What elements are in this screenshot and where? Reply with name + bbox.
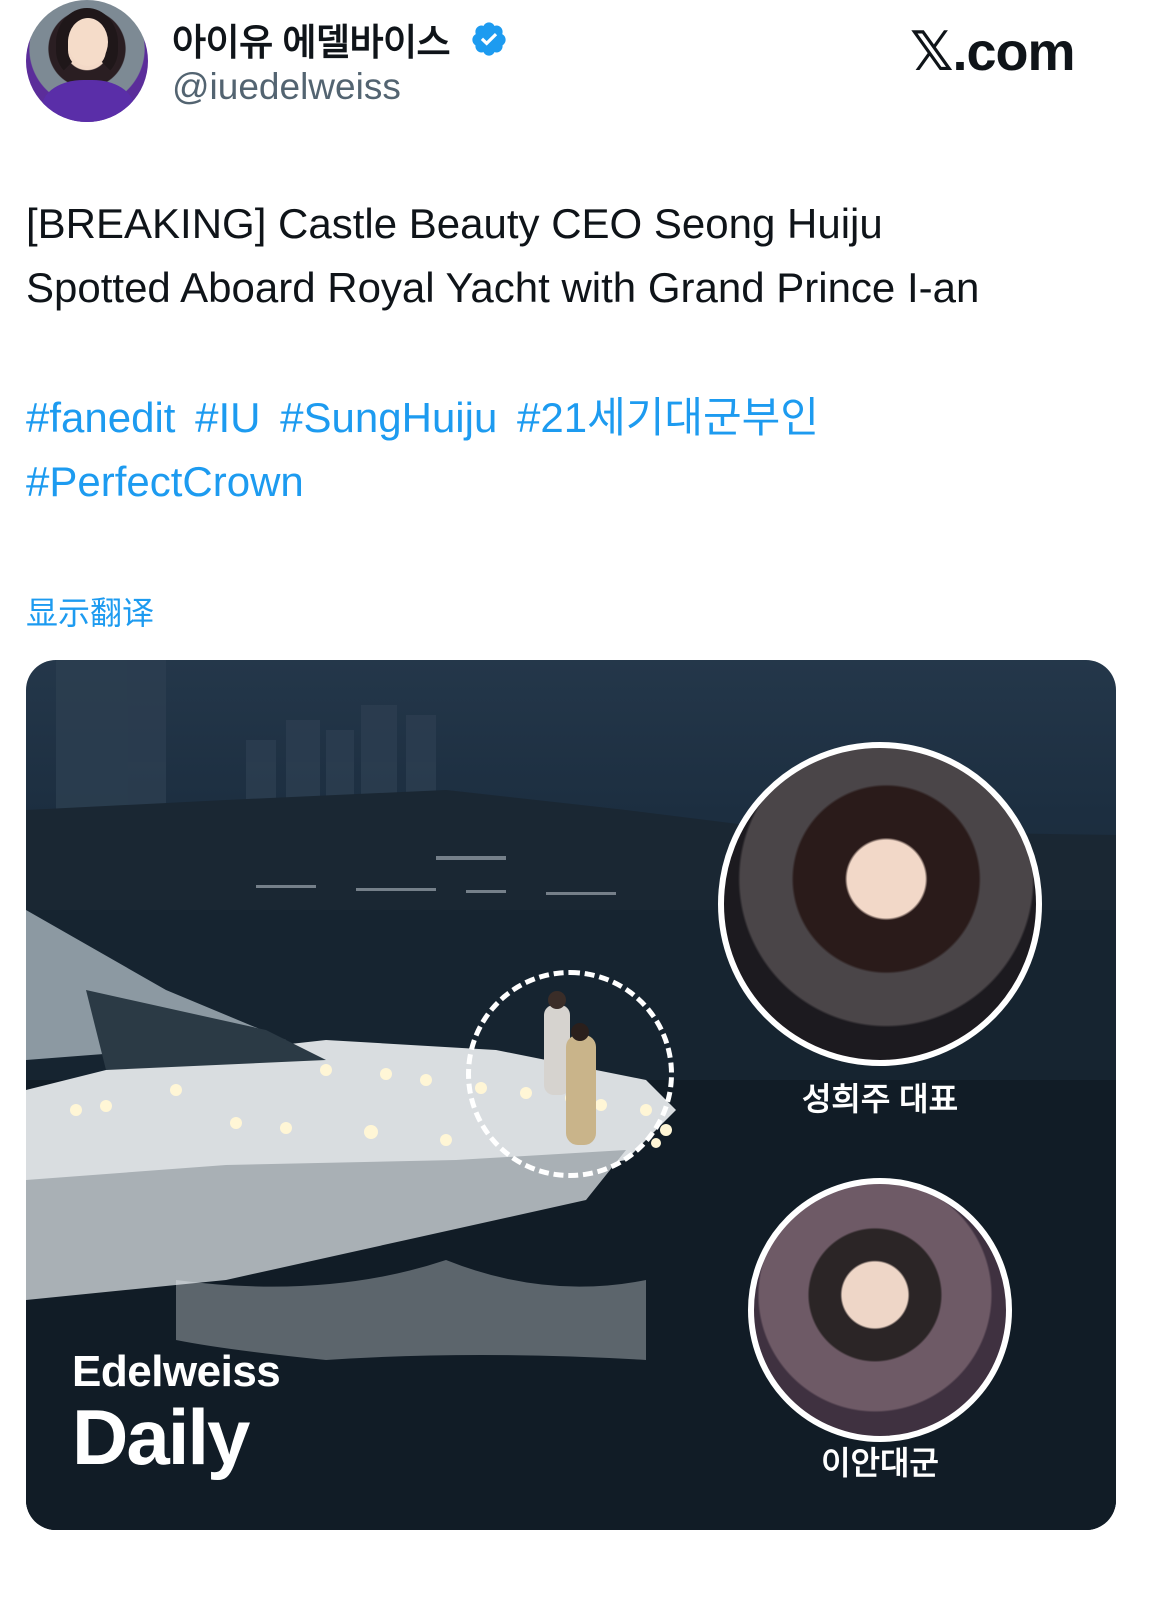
hashtag-link[interactable]: #PerfectCrown [26, 450, 304, 514]
hashtag-link[interactable]: #SungHuiju [280, 386, 497, 450]
hashtag-link[interactable]: #fanedit [26, 386, 175, 450]
portrait-caption: 이안대군 [821, 1445, 939, 1481]
hashtag-list: #fanedit #IU #SungHuiju #21세기대군부인 #Perfe… [26, 386, 1146, 514]
avatar[interactable] [26, 0, 148, 122]
tweet-media-image[interactable]: 성희주 대표 이안대군 Edelweiss Daily [26, 660, 1116, 1530]
translate-link[interactable]: 显示翻译 [26, 588, 154, 634]
portrait-caption: 성희주 대표 [801, 1081, 959, 1117]
hashtag-link[interactable]: #IU [195, 386, 260, 450]
highlight-circle [466, 970, 674, 1178]
display-name[interactable]: 아이유 에델바이스 [172, 12, 451, 66]
tweet-line: Spotted Aboard Royal Yacht with Grand Pr… [26, 264, 980, 311]
hashtag-link[interactable]: #21세기대군부인 [517, 386, 819, 450]
edelweiss-daily-logo: Edelweiss Daily [72, 1347, 281, 1481]
tweet-text: [BREAKING] Castle Beauty CEO Seong Huiju… [26, 192, 1146, 320]
user-handle[interactable]: @iuedelweiss [172, 66, 401, 108]
tweet-line: [BREAKING] Castle Beauty CEO Seong Huiju [26, 200, 883, 247]
x-logo: 𝕏.com [910, 22, 1076, 82]
verified-badge-icon [472, 22, 506, 56]
portrait-seong-huiju [718, 742, 1042, 1066]
brand-top: Edelweiss [72, 1347, 281, 1396]
brand-bottom: Daily [72, 1393, 250, 1481]
portrait-grand-prince-ian [748, 1178, 1012, 1442]
